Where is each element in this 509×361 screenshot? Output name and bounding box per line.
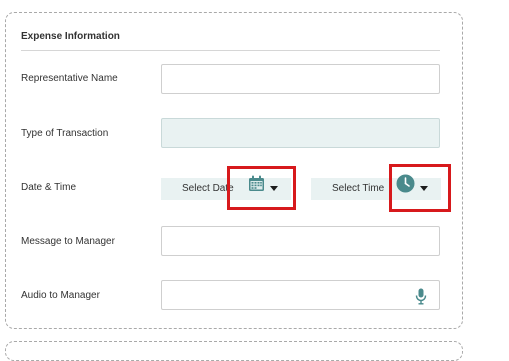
section-title: Expense Information: [21, 31, 120, 42]
date-icon-highlight-box: [227, 166, 296, 210]
audio-to-manager-label: Audio to Manager: [21, 290, 100, 301]
date-time-label: Date & Time: [21, 182, 77, 193]
representative-name-label: Representative Name: [21, 73, 118, 84]
representative-name-input[interactable]: [161, 64, 440, 94]
select-time-label: Select Time: [332, 183, 385, 194]
time-icon-highlight-box: [389, 164, 451, 212]
microphone-icon[interactable]: [415, 288, 427, 305]
select-date-label: Select Date: [182, 183, 234, 194]
transaction-type-field[interactable]: [161, 118, 440, 148]
message-to-manager-input[interactable]: [161, 226, 440, 256]
transaction-type-label: Type of Transaction: [21, 128, 109, 139]
audio-to-manager-input[interactable]: [161, 280, 440, 310]
section-divider: [21, 50, 440, 51]
message-to-manager-label: Message to Manager: [21, 236, 115, 247]
next-section-card: [5, 341, 463, 361]
